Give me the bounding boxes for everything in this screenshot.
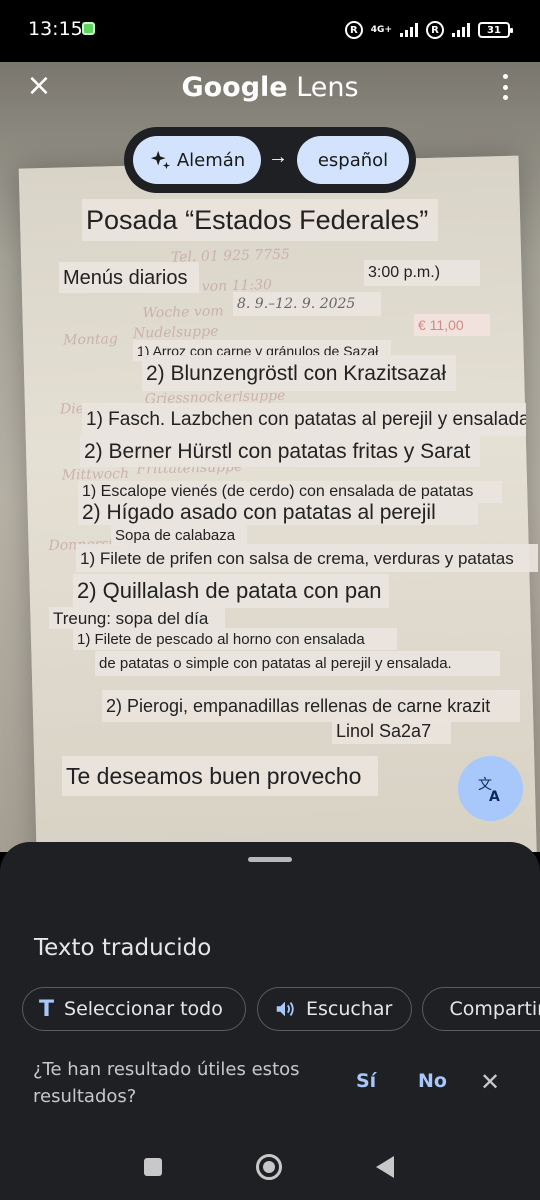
app-title: Google Lens	[0, 72, 540, 103]
network-type-label: 4G+	[370, 24, 392, 35]
select-all-button[interactable]: T Seleccionar todo	[22, 987, 246, 1031]
feedback-question: ¿Te han resultado útiles estos resultado…	[33, 1059, 300, 1107]
photo-text: Montag	[62, 331, 119, 349]
source-language-button[interactable]: Alemán	[133, 136, 261, 184]
photo-text: Woche vom	[142, 303, 224, 322]
share-label: Compartir	[449, 998, 540, 1020]
translated-line[interactable]: 2) Blunzengröstl con Krazitsazał	[142, 355, 456, 391]
title-brand: Google	[181, 72, 288, 103]
translated-line[interactable]: 1) Filete de pescado al horno con ensala…	[73, 628, 397, 650]
translated-line[interactable]: 1) Fasch. Lazbchen con patatas al pereji…	[82, 403, 526, 436]
translate-button[interactable]: 文 A	[458, 756, 523, 821]
status-time: 13:15	[28, 18, 83, 40]
close-icon: ✕	[480, 1068, 501, 1096]
translated-line[interactable]: Sopa de calabaza	[111, 525, 247, 545]
arrow-right-icon: →	[268, 146, 288, 168]
roaming-icon: R	[344, 21, 363, 39]
translated-line[interactable]: 1) Filete de prifen con salsa de crema, …	[76, 544, 538, 572]
home-icon	[263, 1161, 275, 1173]
text-icon: T	[39, 996, 55, 1022]
signal-strength-icon	[400, 23, 418, 37]
translate-icon: 文 A	[478, 777, 500, 804]
translated-line[interactable]: Linol Sa2a7	[332, 717, 451, 744]
svg-text:A: A	[489, 789, 500, 804]
status-bar: 13:15 R 4G+ R 31	[0, 0, 540, 62]
more-vert-icon	[502, 74, 508, 79]
listen-label: Escuchar	[306, 998, 393, 1020]
status-icons: R 4G+ R 31	[344, 20, 513, 40]
back-button[interactable]	[376, 1156, 394, 1178]
speaker-icon	[276, 1001, 294, 1017]
sparkle-icon	[150, 150, 170, 170]
translated-menu-daily[interactable]: Menús diarios	[59, 262, 199, 293]
language-selector: Alemán → español	[124, 127, 416, 193]
roaming-icon-2: R	[426, 21, 444, 39]
source-language-label: Alemán	[176, 149, 246, 171]
translated-text-sheet: Texto traducido T Seleccionar todo Escuc…	[0, 842, 540, 1200]
signal-strength-icon-2	[452, 23, 470, 37]
translated-line[interactable]: 2) Pierogi, empanadillas rellenas de car…	[102, 690, 520, 722]
feedback-dismiss-button[interactable]: ✕	[480, 1068, 500, 1096]
translated-line[interactable]: de patatas o simple con patatas al perej…	[95, 651, 500, 676]
sheet-drag-handle[interactable]	[248, 857, 292, 862]
translated-title[interactable]: Posada “Estados Federales”	[82, 199, 438, 241]
feedback-yes-button[interactable]: Sí	[356, 1070, 376, 1092]
listen-button[interactable]: Escuchar	[257, 987, 412, 1031]
share-button[interactable]: Compartir	[422, 987, 540, 1031]
title-product: Lens	[296, 72, 359, 103]
target-language-button[interactable]: español	[297, 136, 409, 184]
more-options-button[interactable]	[500, 74, 510, 100]
translated-price[interactable]: € 11,00	[414, 314, 490, 336]
sheet-title: Texto traducido	[34, 935, 212, 961]
battery-icon: 31	[478, 22, 513, 38]
target-language-label: español	[317, 149, 389, 171]
translated-line[interactable]: 2) Hígado asado con patatas al perejil	[78, 499, 478, 525]
translated-line[interactable]: 2) Quillalash de patata con pan	[73, 574, 389, 608]
select-all-label: Seleccionar todo	[64, 998, 223, 1020]
translated-line[interactable]: Treung: sopa del día	[49, 607, 225, 629]
translated-closing[interactable]: Te deseamos buen provecho	[62, 756, 378, 796]
lens-header: × Google Lens	[0, 62, 540, 114]
translated-time[interactable]: 3:00 p.m.)	[364, 260, 480, 286]
recents-button[interactable]	[144, 1158, 162, 1176]
share-icon	[439, 1008, 440, 1010]
translated-date-range[interactable]: 8. 9.–12. 9. 2025	[233, 292, 381, 316]
home-button[interactable]	[256, 1154, 282, 1180]
photo-text: Nudelsuppe	[132, 323, 219, 342]
translated-line[interactable]: 2) Berner Hürstl con patatas fritas y Sa…	[80, 435, 480, 467]
feedback-no-button[interactable]: No	[418, 1070, 447, 1092]
app-notification-icon	[82, 22, 95, 35]
